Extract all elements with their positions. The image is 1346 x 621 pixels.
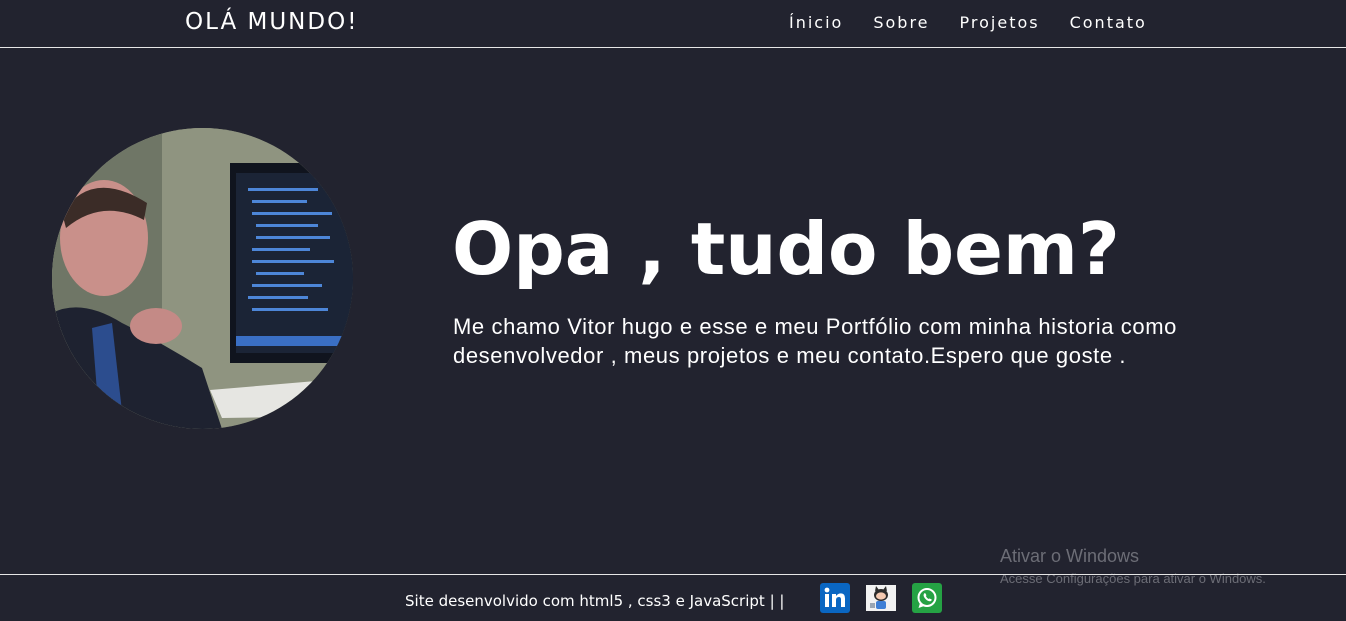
- nav-link-sobre[interactable]: Sobre: [873, 13, 929, 32]
- footer: Site desenvolvido com html5 , css3 e Jav…: [0, 574, 1346, 621]
- nav-link-contato[interactable]: Contato: [1070, 13, 1147, 32]
- hero-title: Opa , tudo bem?: [452, 207, 1120, 291]
- github-icon[interactable]: [866, 585, 896, 611]
- whatsapp-icon[interactable]: [912, 583, 942, 613]
- profile-photo: [52, 128, 353, 429]
- nav-link-inicio[interactable]: Ínicio: [789, 13, 843, 32]
- brand-title[interactable]: OLÁ MUNDO!: [185, 9, 358, 35]
- footer-credits: Site desenvolvido com html5 , css3 e Jav…: [405, 592, 785, 610]
- linkedin-icon[interactable]: [820, 583, 850, 613]
- nav-link-projetos[interactable]: Projetos: [960, 13, 1040, 32]
- page: OLÁ MUNDO! Ínicio Sobre Projetos Contato: [0, 0, 1346, 621]
- main-nav: Ínicio Sobre Projetos Contato: [789, 13, 1177, 32]
- windows-activation-title: Ativar o Windows: [1000, 546, 1140, 566]
- hero-description: Me chamo Vitor hugo e esse e meu Portfól…: [453, 314, 1177, 368]
- top-navbar: OLÁ MUNDO! Ínicio Sobre Projetos Contato: [0, 0, 1346, 48]
- profile-photo-illustration: [52, 128, 353, 429]
